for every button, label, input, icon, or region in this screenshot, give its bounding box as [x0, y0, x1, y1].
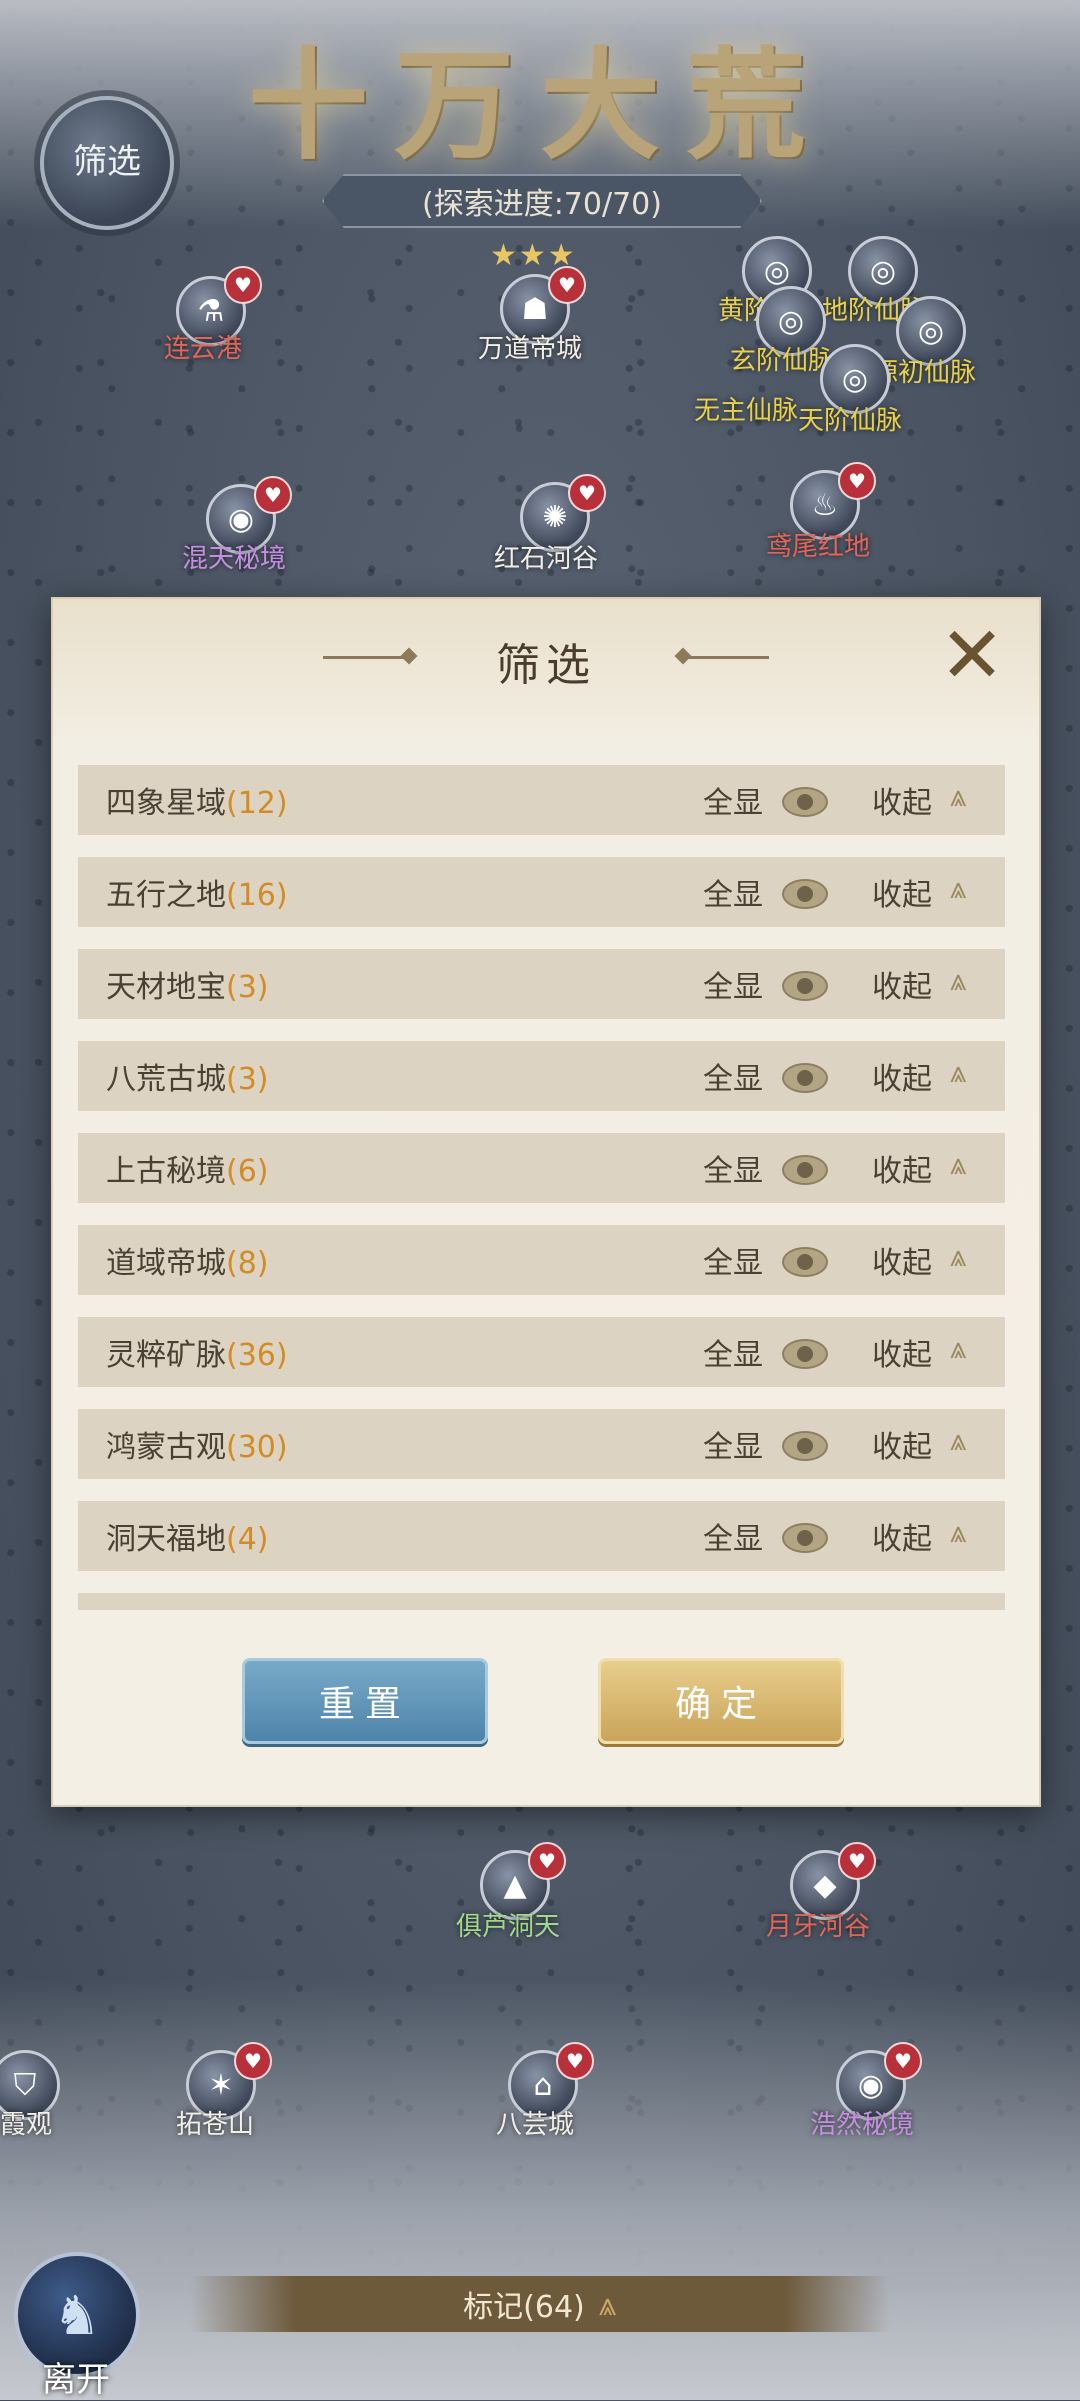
eye-icon[interactable] [782, 879, 828, 909]
filter-row: 鸿蒙古观(30) 全显 收起 ⩓ [78, 1409, 1005, 1479]
heart-icon: ♥ [838, 462, 876, 500]
region-title-art: 十万大荒 [248, 35, 832, 176]
location-label[interactable]: 连云港 [164, 328, 242, 365]
filter-row: 洞天福地(4) 全显 收起 ⩓ [78, 1501, 1005, 1571]
location-label[interactable]: 鸢尾红地 [766, 526, 870, 563]
chevron-up-icon[interactable]: ⩓ [950, 1055, 967, 1090]
heart-icon: ♥ [548, 266, 586, 304]
heart-icon: ♥ [254, 476, 292, 514]
show-all-button[interactable]: 全显 [703, 1238, 763, 1282]
category-name: 洞天福地(4) [106, 1522, 269, 1557]
filter-row: 天材地宝(3) 全显 收起 ⩓ [78, 949, 1005, 1019]
filter-row: 八荒古城(3) 全显 收起 ⩓ [78, 1041, 1005, 1111]
eye-icon[interactable] [782, 971, 828, 1001]
collapse-button[interactable]: 收起 [872, 1422, 932, 1466]
chevron-up-icon: ⩓ [598, 2284, 617, 2323]
location-label[interactable]: 天阶仙脉 [798, 400, 902, 437]
collapse-button[interactable]: 收起 [872, 1054, 932, 1098]
reset-button[interactable]: 重置 [242, 1658, 488, 1744]
close-icon[interactable]: ✕ [937, 617, 1007, 695]
show-all-button[interactable]: 全显 [703, 1146, 763, 1190]
leave-label[interactable]: 离开 [42, 2352, 110, 2401]
heart-icon: ♥ [528, 1842, 566, 1880]
location-label[interactable]: 八芸城 [496, 2104, 574, 2141]
eye-icon[interactable] [782, 1523, 828, 1553]
heart-icon: ♥ [556, 2042, 594, 2080]
location-label[interactable]: 无主仙脉 [694, 390, 798, 427]
location-label[interactable]: 月牙河谷 [766, 1906, 870, 1943]
collapse-button[interactable]: 收起 [872, 962, 932, 1006]
show-all-button[interactable]: 全显 [703, 1054, 763, 1098]
eye-icon[interactable] [782, 1155, 828, 1185]
location-label[interactable]: 霞观 [0, 2104, 52, 2141]
show-all-button[interactable]: 全显 [703, 1330, 763, 1374]
category-name: 四象星域(12) [106, 786, 288, 821]
heart-icon: ♥ [234, 2042, 272, 2080]
collapse-button[interactable]: 收起 [872, 1514, 932, 1558]
location-label[interactable]: 俱芦洞天 [456, 1906, 560, 1943]
category-name: 灵粹矿脉(36) [106, 1338, 288, 1373]
horse-icon: ♞ [52, 2283, 102, 2347]
location-label[interactable]: 玄阶仙脉 [730, 340, 834, 377]
show-all-button[interactable]: 全显 [703, 870, 763, 914]
chevron-up-icon[interactable]: ⩓ [950, 1331, 967, 1366]
filter-row: 五行之地(16) 全显 收起 ⩓ [78, 857, 1005, 927]
dialog-title: 筛选 [496, 640, 596, 691]
category-name: 上古秘境(6) [106, 1154, 269, 1189]
show-all-button[interactable]: 全显 [703, 778, 763, 822]
category-name: 五行之地(16) [106, 878, 288, 913]
category-name: 道域帝城(8) [106, 1246, 269, 1281]
title-divider-right [679, 656, 769, 659]
chevron-up-icon[interactable]: ⩓ [950, 1515, 967, 1550]
chevron-up-icon[interactable]: ⩓ [950, 1147, 967, 1182]
mark-label: 标记(64) [463, 2290, 585, 2325]
heart-icon: ♥ [224, 266, 262, 304]
chevron-up-icon[interactable]: ⩓ [950, 1239, 967, 1274]
chevron-up-icon[interactable]: ⩓ [950, 1423, 967, 1458]
filter-button[interactable]: 筛选 [40, 96, 174, 230]
heart-icon: ♥ [568, 474, 606, 512]
filter-category-list[interactable]: 四象星域(12) 全显 收起 ⩓ 五行之地(16) 全显 收起 ⩓ 天材地宝(3… [78, 765, 1005, 1610]
eye-icon[interactable] [782, 1339, 828, 1369]
eye-icon[interactable] [782, 1431, 828, 1461]
location-label[interactable]: 万道帝城 [478, 328, 582, 365]
filter-dialog: 筛选 ✕ 四象星域(12) 全显 收起 ⩓ 五行之地(16) 全显 收起 ⩓ 天… [51, 597, 1041, 1807]
category-name: 八荒古城(3) [106, 1062, 269, 1097]
heart-icon: ♥ [884, 2042, 922, 2080]
filter-row: 四象星域(12) 全显 收起 ⩓ [78, 765, 1005, 835]
filter-row: 灵粹矿脉(36) 全显 收起 ⩓ [78, 1317, 1005, 1387]
filter-row: 道域帝城(8) 全显 收起 ⩓ [78, 1225, 1005, 1295]
collapse-button[interactable]: 收起 [872, 1146, 932, 1190]
category-name: 天材地宝(3) [106, 970, 269, 1005]
exploration-progress: (探索进度:70/70) [322, 174, 762, 228]
show-all-button[interactable]: 全显 [703, 1514, 763, 1558]
eye-icon[interactable] [782, 787, 828, 817]
collapse-button[interactable]: 收起 [872, 1330, 932, 1374]
chevron-up-icon[interactable]: ⩓ [950, 871, 967, 906]
collapse-button[interactable]: 收起 [872, 1238, 932, 1282]
confirm-button[interactable]: 确定 [598, 1658, 844, 1744]
chevron-up-icon[interactable]: ⩓ [950, 779, 967, 814]
bottom-fog [0, 1980, 1080, 2400]
collapse-button[interactable]: 收起 [872, 870, 932, 914]
show-all-button[interactable]: 全显 [703, 962, 763, 1006]
show-all-button[interactable]: 全显 [703, 1422, 763, 1466]
category-name: 鸿蒙古观(30) [106, 1430, 288, 1465]
location-label[interactable]: 红石河谷 [494, 538, 598, 575]
heart-icon: ♥ [838, 1842, 876, 1880]
location-label[interactable]: 拓苍山 [176, 2104, 254, 2141]
location-label[interactable]: 浩然秘境 [810, 2104, 914, 2141]
filter-row-partial [78, 1593, 1005, 1610]
eye-icon[interactable] [782, 1063, 828, 1093]
location-label[interactable]: 混天秘境 [182, 538, 286, 575]
filter-row: 上古秘境(6) 全显 收起 ⩓ [78, 1133, 1005, 1203]
collapse-button[interactable]: 收起 [872, 778, 932, 822]
chevron-up-icon[interactable]: ⩓ [950, 963, 967, 998]
mark-bar[interactable]: 标记(64) ⩓ [190, 2276, 890, 2332]
eye-icon[interactable] [782, 1247, 828, 1277]
